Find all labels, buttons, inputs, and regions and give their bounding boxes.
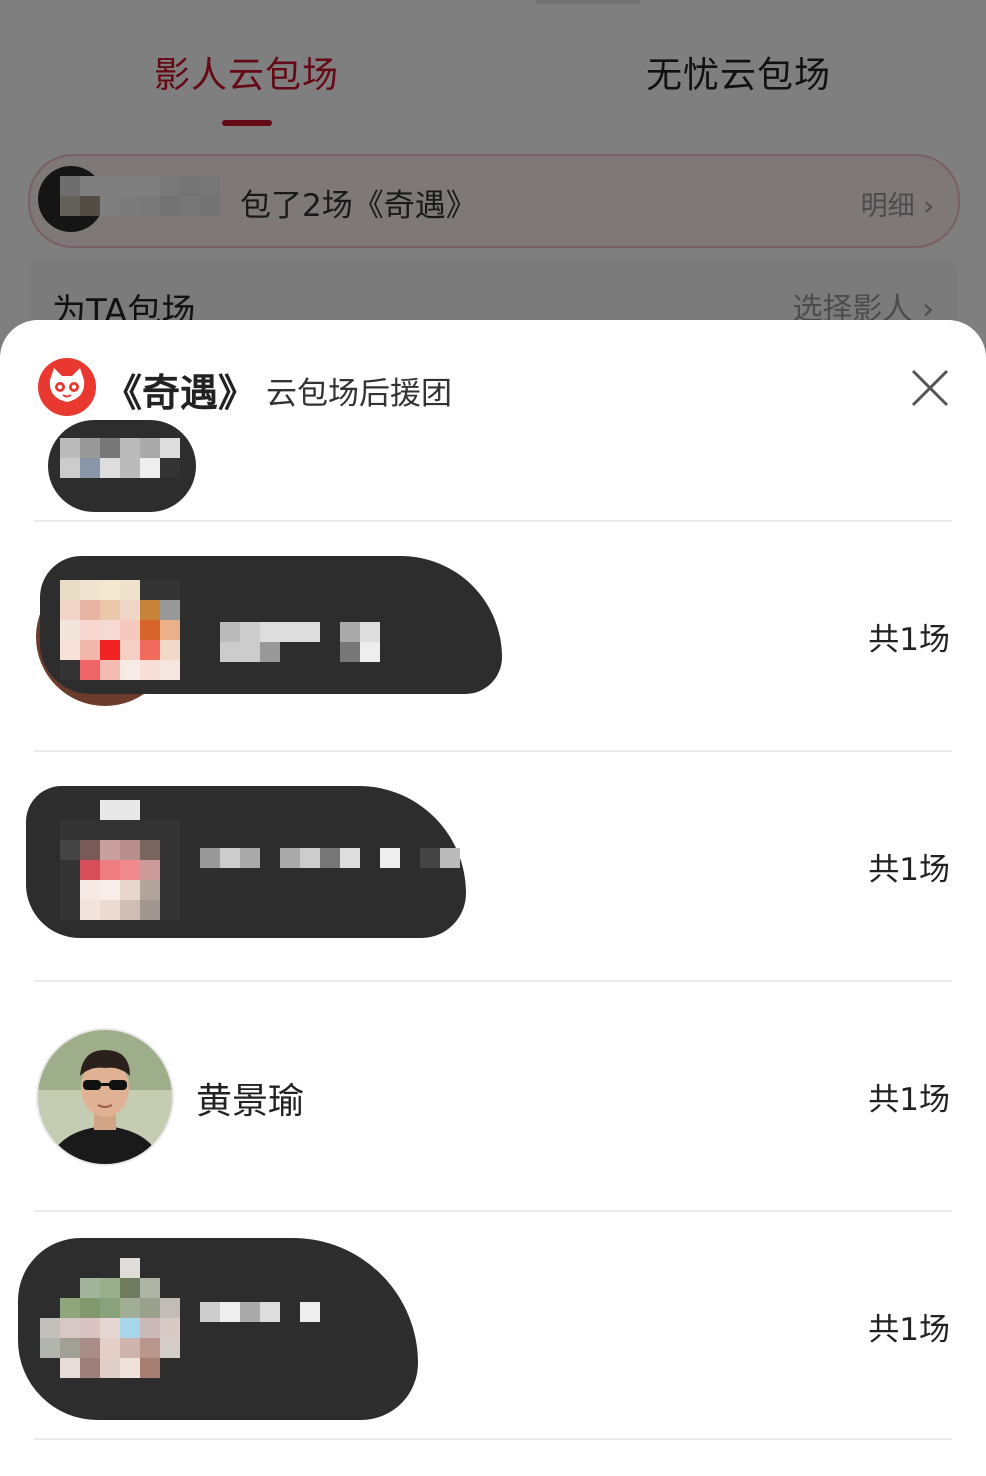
redacted-avatar bbox=[40, 1258, 180, 1378]
redacted-username bbox=[200, 848, 460, 868]
list-item[interactable]: 黄景瑜 共1场 bbox=[0, 982, 986, 1210]
screening-count: 共1场 bbox=[868, 622, 950, 658]
supporters-sheet: 《奇遇》 云包场后援团 共1场 共1场 黄景瑜 共1场 共1场 bbox=[0, 320, 986, 1476]
screening-count: 共1场 bbox=[868, 1312, 950, 1348]
redacted-username bbox=[60, 438, 180, 478]
sheet-title: 《奇遇》 bbox=[104, 371, 257, 415]
redacted-username bbox=[200, 1302, 320, 1322]
close-icon[interactable] bbox=[904, 362, 956, 414]
divider bbox=[34, 1438, 952, 1440]
sheet-subtitle: 云包场后援团 bbox=[266, 376, 452, 412]
maoyan-cat-logo-icon bbox=[38, 358, 96, 416]
screening-count: 共1场 bbox=[868, 852, 950, 888]
list-item[interactable]: 共1场 bbox=[0, 1212, 986, 1440]
redacted-avatar bbox=[60, 580, 180, 680]
screening-count: 共1场 bbox=[868, 1082, 950, 1118]
redacted-avatar bbox=[60, 800, 180, 920]
list-item[interactable]: 共1场 bbox=[0, 522, 986, 750]
list-item[interactable]: 共1场 bbox=[0, 752, 986, 980]
redacted-username bbox=[220, 622, 380, 662]
avatar bbox=[36, 1028, 174, 1166]
member-name: 黄景瑜 bbox=[196, 1081, 305, 1122]
